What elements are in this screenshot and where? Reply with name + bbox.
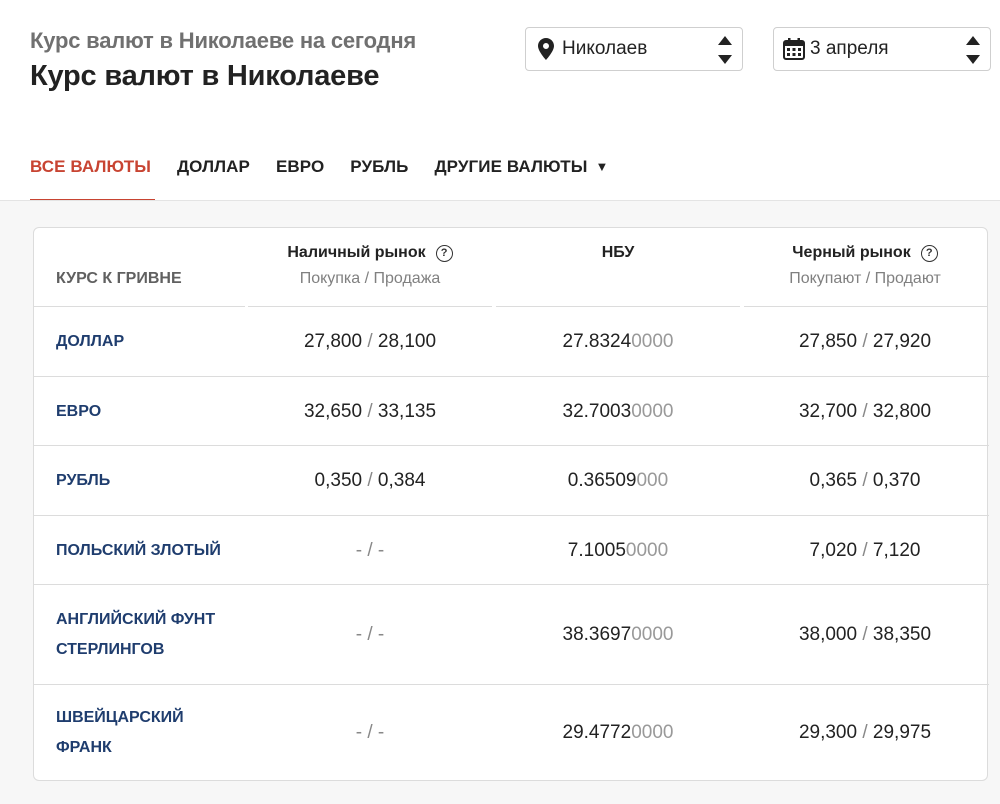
select-arrows-icon (966, 36, 980, 64)
currency-name-link[interactable]: ПОЛЬСКИЙ ЗЛОТЫЙ (56, 536, 221, 566)
cash-rate: 32,650 / 33,135 (303, 400, 437, 422)
table-row: ПОЛЬСКИЙ ЗЛОТЫЙ - / - 7.10050000 7,020 / 7,… (34, 516, 989, 585)
table-header: КУРС К ГРИВНЕ Наличный рынок? Покупка / … (34, 228, 989, 307)
help-icon[interactable]: ? (920, 244, 938, 262)
nbu-rate: 38.36970000 (562, 624, 674, 645)
cash-rate: 0,350 / 0,384 (314, 470, 426, 491)
currency-name-link[interactable]: ДОЛЛАР (56, 327, 124, 357)
black-market-rate: 38,000 / 38,350 (798, 624, 932, 645)
tab-dollar[interactable]: ДОЛЛАР (177, 150, 250, 202)
nbu-rate: 32.70030000 (562, 400, 674, 422)
cash-rate: - / - (355, 624, 385, 645)
black-market-rate: 7,020 / 7,120 (809, 539, 921, 561)
black-market-rate: 29,300 / 29,975 (798, 722, 932, 743)
currency-name-link[interactable]: РУБЛЬ (56, 466, 110, 496)
cash-rate: 27,800 / 28,100 (303, 331, 437, 352)
location-pin-icon (534, 37, 558, 61)
caret-down-icon: ▼ (595, 159, 609, 174)
tab-all-currencies[interactable]: ВСЕ ВАЛЮТЫ (30, 150, 155, 202)
page-subtitle: Курс валют в Николаеве на сегодня (30, 28, 417, 53)
table-row: ЕВРО 32,650 / 33,135 32.70030000 32,700 / 3… (34, 377, 989, 446)
nbu-rate: 7.10050000 (567, 539, 669, 561)
black-market-rate: 0,365 / 0,370 (809, 470, 921, 491)
currency-name-link[interactable]: АНГЛИЙСКИЙ ФУНТ СТЕРЛИНГОВ (56, 605, 215, 665)
date-select-value: 3 апреля (810, 38, 889, 59)
cash-market-header: Наличный рынок? Покупка / Продажа (246, 228, 494, 307)
tab-euro[interactable]: ЕВРО (276, 150, 324, 202)
page-title: Курс валют в Николаеве (30, 60, 380, 92)
city-select[interactable]: Николаев (525, 27, 743, 71)
table-row: АНГЛИЙСКИЙ ФУНТ СТЕРЛИНГОВ - / - 38.3697000… (34, 585, 989, 685)
nbu-rate: 0.36509000 (567, 470, 669, 491)
currency-name-link[interactable]: ЕВРО (56, 397, 101, 427)
city-select-value: Николаев (562, 38, 648, 59)
currency-name-link[interactable]: ШВЕЙЦАРСКИЙ ФРАНК (56, 703, 184, 763)
help-icon[interactable]: ? (435, 244, 453, 262)
rates-table: КУРС К ГРИВНЕ Наличный рынок? Покупка / … (33, 227, 989, 781)
select-arrows-icon (718, 36, 732, 64)
nbu-header: НБУ (601, 244, 635, 261)
tab-ruble[interactable]: РУБЛЬ (350, 150, 408, 202)
cash-market-subheader: Покупка / Продажа (299, 270, 441, 287)
nbu-rate: 29.47720000 (562, 722, 674, 743)
cash-rate: - / - (355, 539, 385, 561)
page-header: Курс валют в Николаеве на сегодня Курс в… (0, 0, 1000, 202)
black-market-subheader: Покупают / Продают (789, 270, 941, 287)
table-row: ШВЕЙЦАРСКИЙ ФРАНК - / - 29.47720000 29,300 /… (34, 685, 989, 781)
black-market-rate: 27,850 / 27,920 (798, 331, 932, 352)
calendar-icon (782, 37, 806, 61)
rate-to-hryvnia-header: КУРС К ГРИВНЕ (56, 270, 182, 287)
cash-rate: - / - (355, 722, 385, 743)
table-row: РУБЛЬ 0,350 / 0,384 0.36509000 0,365 / 0,37… (34, 446, 989, 516)
nbu-rate: 27.83240000 (562, 331, 674, 352)
date-select[interactable]: 3 апреля (773, 27, 991, 71)
tab-other-currencies[interactable]: ДРУГИЕ ВАЛЮТЫ ▼ (434, 150, 608, 202)
black-market-header: Черный рынок? Покупают / Продают (742, 228, 988, 307)
black-market-rate: 32,700 / 32,800 (798, 400, 932, 422)
currency-tabs: ВСЕ ВАЛЮТЫ ДОЛЛАР ЕВРО РУБЛЬ ДРУГИЕ ВАЛЮ… (30, 150, 634, 202)
table-row: ДОЛЛАР 27,800 / 28,100 27.83240000 27,850 /… (34, 307, 989, 377)
